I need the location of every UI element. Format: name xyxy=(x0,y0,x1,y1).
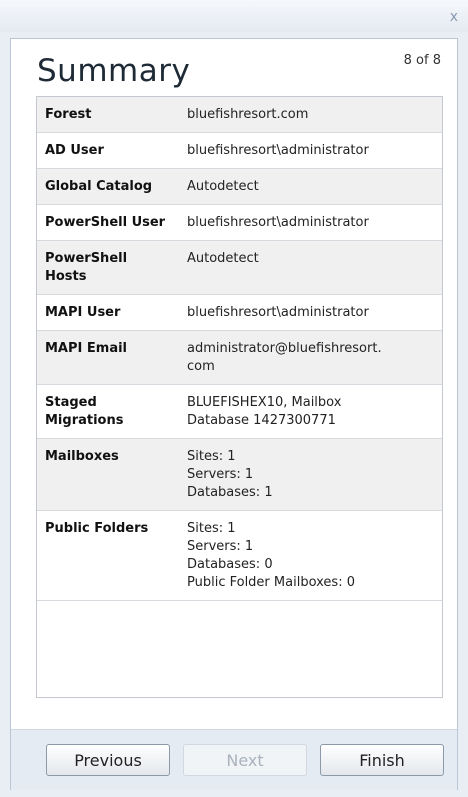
summary-row-key: AD User xyxy=(45,143,104,158)
summary-row-value: administrator@bluefishresort. com xyxy=(179,331,442,385)
summary-row-value: Autodetect xyxy=(179,169,442,205)
dialog-titlebar: x xyxy=(0,0,468,32)
summary-row: Mailboxes Sites: 1 Servers: 1 Databases: 1 xyxy=(37,438,442,511)
summary-value-line: bluefishresort\administrator xyxy=(187,143,369,158)
summary-row: PowerShell Hosts Autodetect xyxy=(37,240,442,295)
summary-row: Staged Migrations BLUEFISHEX10, Mailbox Da… xyxy=(37,384,442,439)
page-title: Summary xyxy=(37,53,191,89)
summary-value-line: Sites: 1 xyxy=(187,449,236,464)
summary-row-key: MAPI Email xyxy=(45,341,127,356)
summary-value-line: Databases: 1 xyxy=(187,485,273,500)
summary-table: Forest bluefishresort.com AD User bluefishr… xyxy=(37,97,442,601)
summary-value-line: Autodetect xyxy=(187,251,259,266)
summary-value-line: bluefishresort\administrator xyxy=(187,215,369,230)
summary-row-value: bluefishresort\administrator xyxy=(179,205,442,241)
summary-row: Forest bluefishresort.com xyxy=(37,97,442,133)
summary-value-line: administrator@bluefishresort. xyxy=(187,341,382,356)
summary-row-key: Staged Migrations xyxy=(45,395,124,428)
summary-row: MAPI User bluefishresort\administrator xyxy=(37,294,442,331)
wizard-dialog: Summary 8 of 8 Forest bluefishresort.com A… xyxy=(10,38,458,790)
summary-row-value: Autodetect xyxy=(179,241,442,295)
summary-value-line: Servers: 1 xyxy=(187,467,254,482)
previous-button[interactable]: Previous xyxy=(46,744,170,776)
summary-value-line: BLUEFISHEX10, Mailbox xyxy=(187,395,342,410)
summary-row-key: Mailboxes xyxy=(45,449,119,464)
summary-row-value: BLUEFISHEX10, Mailbox Database 1427300771 xyxy=(179,385,442,439)
close-icon[interactable]: x xyxy=(450,10,458,24)
summary-row-key: Public Folders xyxy=(45,521,149,536)
summary-row-value: bluefishresort\administrator xyxy=(179,133,442,169)
summary-value-line: Public Folder Mailboxes: 0 xyxy=(187,575,355,590)
summary-row-key: Forest xyxy=(45,107,92,122)
summary-table-container[interactable]: Forest bluefishresort.com AD User bluefishr… xyxy=(36,96,443,698)
wizard-content: Summary 8 of 8 Forest bluefishresort.com A… xyxy=(11,39,457,729)
summary-value-line: bluefishresort.com xyxy=(187,107,309,122)
summary-row: PowerShell User bluefishresort\administra… xyxy=(37,204,442,241)
summary-row-key: PowerShell Hosts xyxy=(45,251,128,284)
summary-value-line: bluefishresort\administrator xyxy=(187,305,369,320)
summary-value-line: Servers: 1 xyxy=(187,539,254,554)
summary-row: MAPI Email administrator@bluefishresort. c… xyxy=(37,330,442,385)
summary-row: AD User bluefishresort\administrator xyxy=(37,132,442,169)
summary-row-key: PowerShell User xyxy=(45,215,166,230)
button-bar: Previous Next Finish xyxy=(11,729,457,790)
summary-row-value: bluefishresort\administrator xyxy=(179,295,442,331)
summary-row-key: MAPI User xyxy=(45,305,121,320)
summary-row: Public Folders Sites: 1 Servers: 1 Database… xyxy=(37,510,442,601)
page-counter: 8 of 8 xyxy=(403,53,441,68)
next-button[interactable]: Next xyxy=(183,744,307,776)
summary-value-line: Databases: 0 xyxy=(187,557,273,572)
summary-value-line: Database 1427300771 xyxy=(187,413,336,428)
summary-row: Global Catalog Autodetect xyxy=(37,168,442,205)
summary-value-line: Autodetect xyxy=(187,179,259,194)
finish-button[interactable]: Finish xyxy=(320,744,444,776)
summary-value-line: Sites: 1 xyxy=(187,521,236,536)
summary-row-value: Sites: 1 Servers: 1 Databases: 1 xyxy=(179,439,442,511)
summary-value-line: com xyxy=(187,359,215,374)
summary-row-key: Global Catalog xyxy=(45,179,153,194)
summary-row-value: Sites: 1 Servers: 1 Databases: 0 Public Fol… xyxy=(179,511,442,601)
summary-row-value: bluefishresort.com xyxy=(179,97,442,133)
